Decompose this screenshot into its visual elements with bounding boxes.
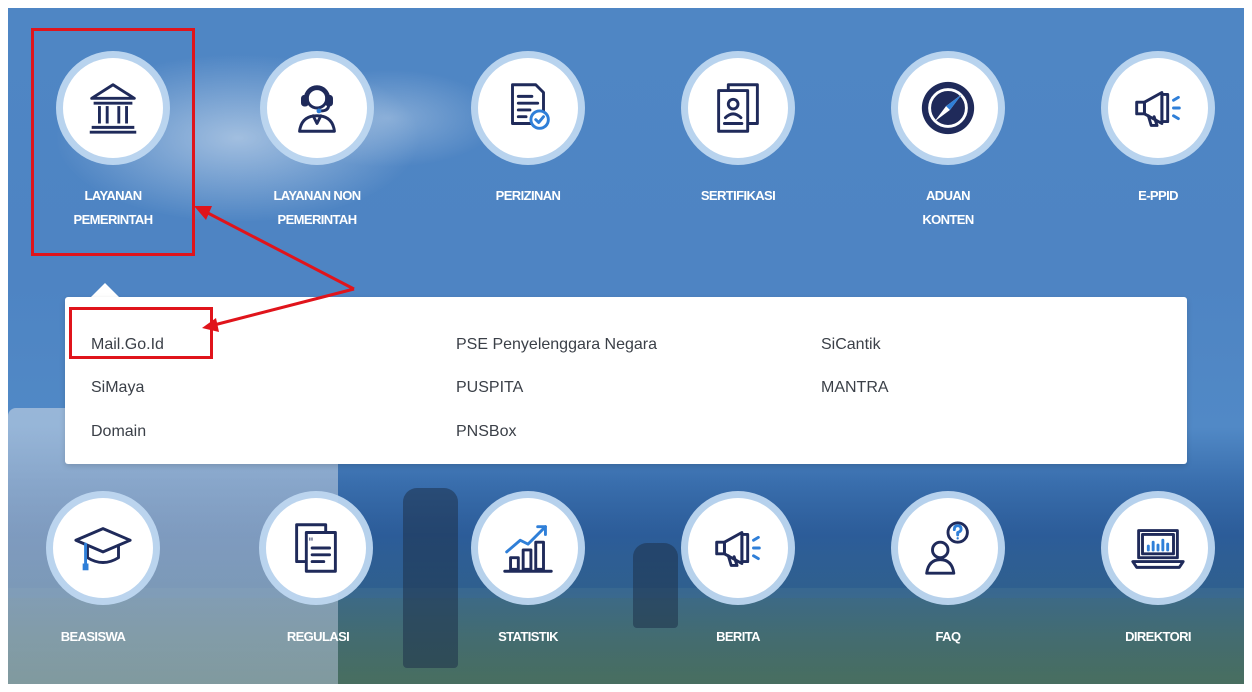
service-label[interactable]: BERITA xyxy=(653,625,823,649)
service-circle[interactable] xyxy=(53,498,153,598)
service-circle[interactable] xyxy=(267,58,367,158)
service-label-line1[interactable]: LAYANAN NON xyxy=(232,184,402,208)
service-regulasi[interactable]: " REGULASI xyxy=(248,483,418,653)
compass-icon xyxy=(921,81,975,135)
service-circle[interactable] xyxy=(898,498,998,598)
service-label-line1[interactable]: E-PPID xyxy=(1073,184,1243,208)
link-mantra[interactable]: MANTRA xyxy=(821,379,889,397)
documents-icon: " xyxy=(295,523,337,573)
service-label[interactable]: DIREKTORI xyxy=(1073,625,1243,649)
service-label[interactable]: STATISTIK xyxy=(443,625,613,649)
dropdown-menu: Mail.Go.Id SiMaya Domain PSE Penyelengga… xyxy=(65,297,1187,464)
service-faq[interactable]: FAQ xyxy=(863,483,1033,653)
highlight-box-mail-go-id xyxy=(69,307,213,359)
link-simaya[interactable]: SiMaya xyxy=(91,379,144,397)
service-label-line2[interactable]: KONTEN xyxy=(863,208,1033,232)
service-sertifikasi[interactable]: SERTIFIKASI xyxy=(653,48,823,238)
service-label-line2[interactable]: PEMERINTAH xyxy=(232,208,402,232)
service-direktori[interactable]: DIREKTORI xyxy=(1073,483,1243,653)
service-circle[interactable]: " xyxy=(266,498,366,598)
dropdown-caret xyxy=(91,283,119,297)
service-layanan-non-pemerintah[interactable]: LAYANAN NON PEMERINTAH xyxy=(232,48,402,238)
link-pse-penyelenggara-negara[interactable]: PSE Penyelenggara Negara xyxy=(456,336,657,354)
link-pnsbox[interactable]: PNSBox xyxy=(456,423,516,441)
laptop-chart-icon xyxy=(1131,529,1185,569)
service-circle[interactable] xyxy=(478,58,578,158)
graduation-cap-icon xyxy=(74,527,132,571)
bar-chart-trend-icon xyxy=(503,525,553,573)
service-statistik[interactable]: STATISTIK xyxy=(443,483,613,653)
user-question-icon xyxy=(925,521,969,575)
service-perizinan[interactable]: PERIZINAN xyxy=(443,48,613,238)
service-label[interactable]: BEASISWA xyxy=(28,625,158,649)
headset-agent-icon xyxy=(298,85,336,133)
highlight-box-layanan-pemerintah xyxy=(31,28,195,256)
link-domain[interactable]: Domain xyxy=(91,423,146,441)
service-aduan-konten[interactable]: ADUAN KONTEN xyxy=(863,48,1033,238)
service-circle[interactable] xyxy=(688,58,788,158)
link-sicantik[interactable]: SiCantik xyxy=(821,336,881,354)
hero-background: LAYANAN PEMERINTAH LAYANAN NON PEMERINTA… xyxy=(8,8,1244,684)
megaphone-icon xyxy=(1135,91,1181,127)
service-e-ppid[interactable]: E-PPID xyxy=(1073,48,1243,238)
megaphone-icon xyxy=(715,531,761,567)
service-beasiswa[interactable]: BEASISWA xyxy=(28,483,198,653)
service-label-line1[interactable]: SERTIFIKASI xyxy=(653,184,823,208)
link-puspita[interactable]: PUSPITA xyxy=(456,379,523,397)
service-circle[interactable] xyxy=(1108,58,1208,158)
certificate-id-icon xyxy=(717,83,759,133)
service-label[interactable]: FAQ xyxy=(863,625,1033,649)
service-circle[interactable] xyxy=(1108,498,1208,598)
service-berita[interactable]: BERITA xyxy=(653,483,823,653)
service-circle[interactable] xyxy=(688,498,788,598)
service-label-line1[interactable]: ADUAN xyxy=(863,184,1033,208)
service-circle[interactable] xyxy=(478,498,578,598)
service-label-line1[interactable]: PERIZINAN xyxy=(443,184,613,208)
service-circle[interactable] xyxy=(898,58,998,158)
license-document-icon xyxy=(511,83,550,130)
service-label[interactable]: REGULASI xyxy=(248,625,388,649)
